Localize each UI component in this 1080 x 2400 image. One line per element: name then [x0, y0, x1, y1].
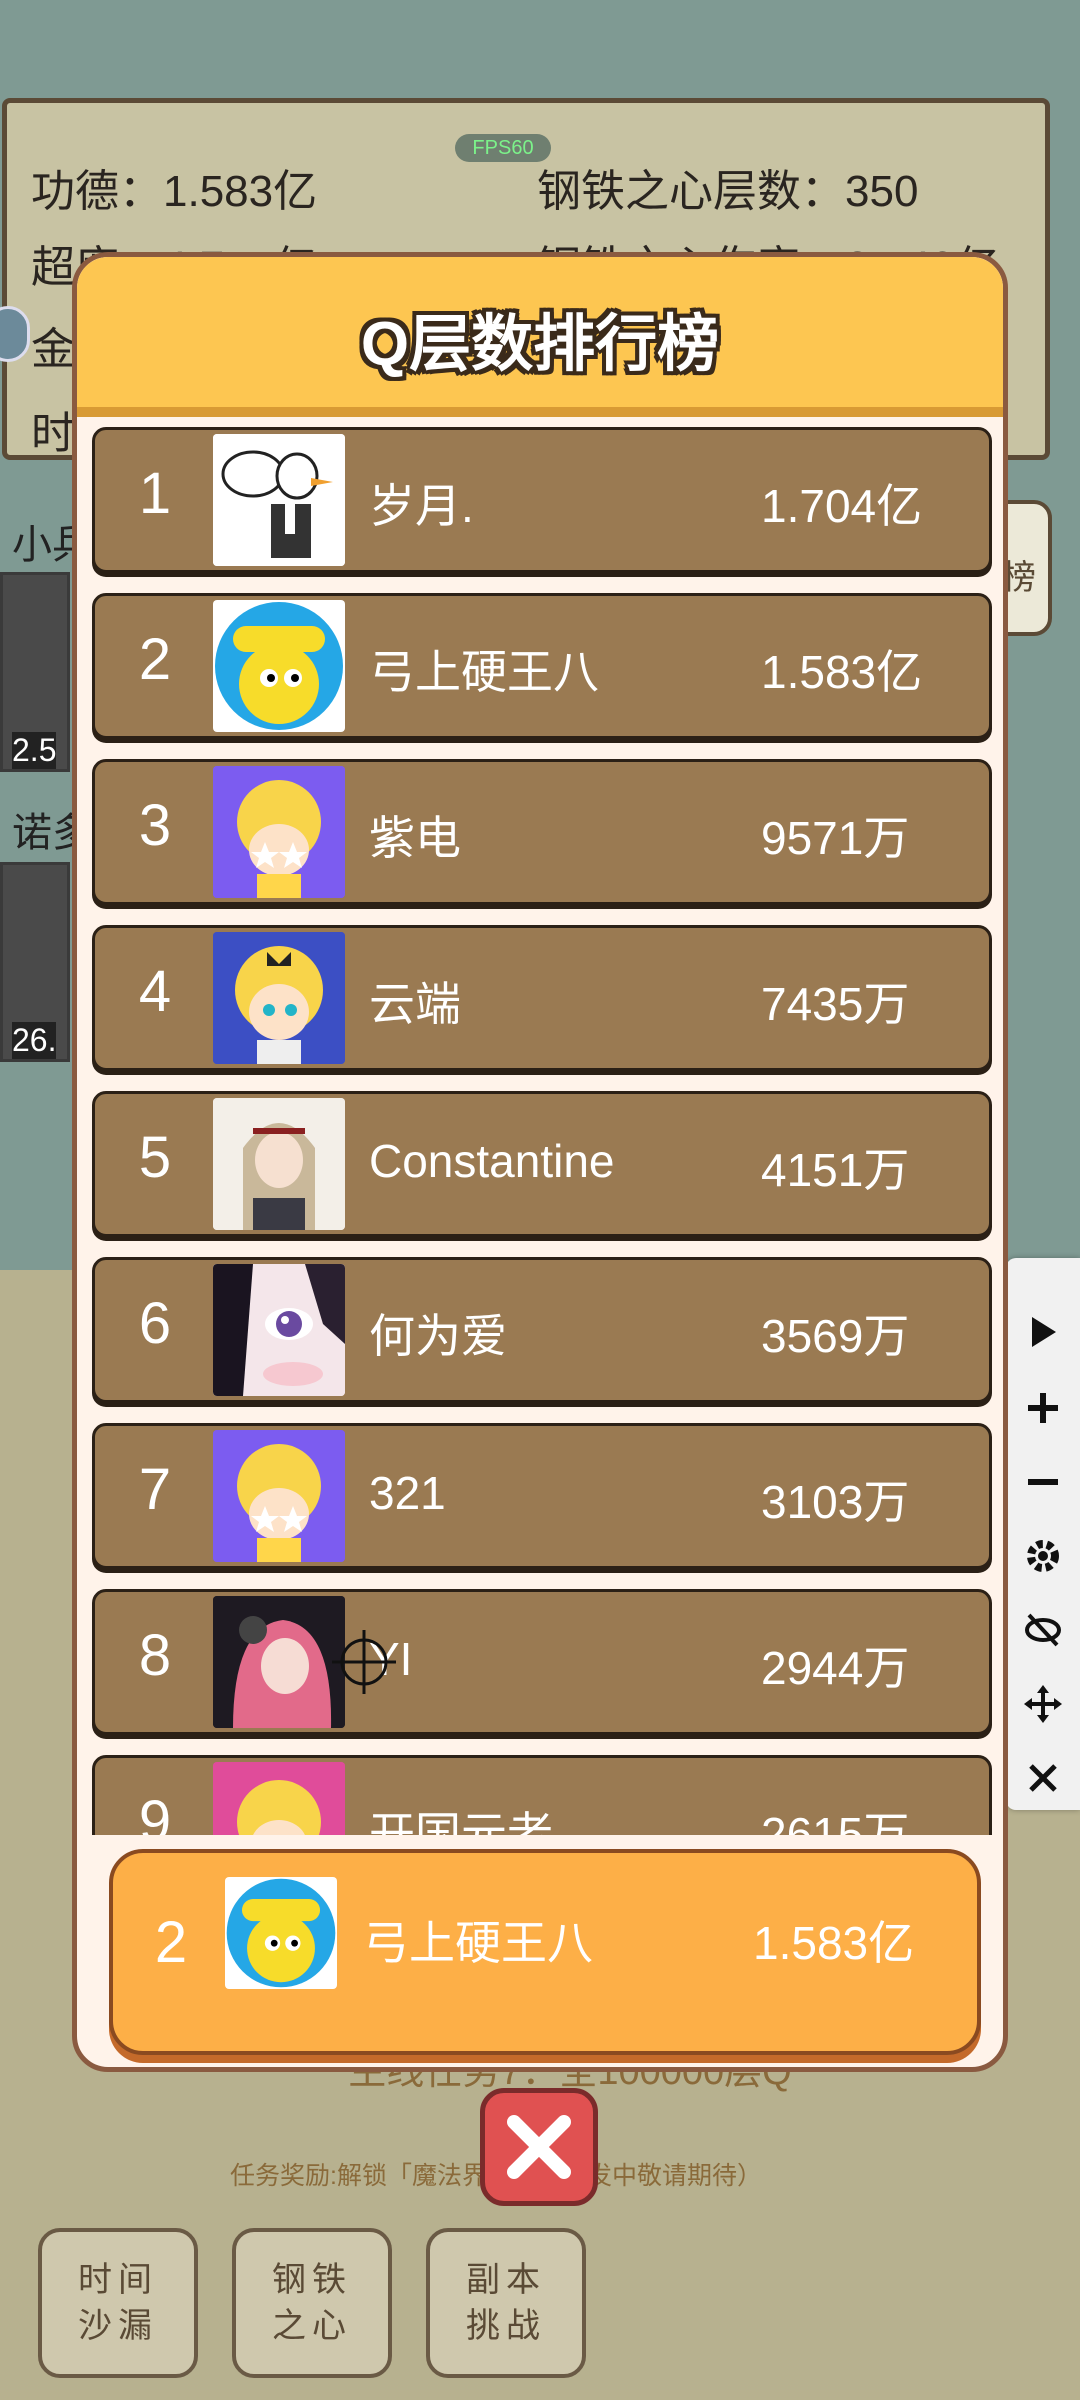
player-score: 3103万 — [761, 1476, 910, 1528]
modal-title: Q层数排行榜 — [360, 310, 720, 379]
leaderboard-row[interactable]: 1 岁月. 1.704亿 — [92, 427, 992, 573]
cbeebies-avatar — [213, 600, 345, 732]
leaderboard-list[interactable]: 1 岁月. 1.704亿 2 弓上硬王八 1.583亿 3 紫电 9571万 4… — [92, 427, 992, 1835]
player-score: 1.583亿 — [761, 646, 923, 698]
anime-eye-avatar — [213, 1264, 345, 1396]
player-score: 4151万 — [761, 1144, 910, 1196]
my-rank-row[interactable]: 2 弓上硬王八 1.583亿 — [109, 1849, 981, 2055]
move-icon[interactable] — [1006, 1674, 1080, 1734]
rank-number: 2 — [138, 627, 172, 692]
cartoon-star-avatar — [213, 766, 345, 898]
player-name: 开国元老 — [369, 1808, 553, 1835]
leaderboard-row[interactable]: 9 开国元老 2615万 — [92, 1755, 992, 1835]
leaderboard-row[interactable]: 3 紫电 9571万 — [92, 759, 992, 905]
cartoon-pink-avatar — [213, 1762, 345, 1835]
player-score: 1.704亿 — [761, 480, 923, 532]
cbeebies-avatar — [225, 1877, 337, 1989]
leaderboard-row[interactable]: 2 弓上硬王八 1.583亿 — [92, 593, 992, 739]
merit-stat: 功德：1.583亿 — [31, 167, 318, 216]
dungeon-challenge-button[interactable]: 副本 挑战 — [426, 2228, 586, 2378]
play-icon[interactable] — [1006, 1302, 1080, 1362]
my-player-name: 弓上硬王八 — [363, 1917, 593, 1969]
eye-hidden-icon[interactable] — [1006, 1600, 1080, 1660]
left-unit-value-1: 2.5 — [12, 732, 57, 769]
cartoon-star-avatar — [213, 1430, 345, 1562]
gear-icon[interactable] — [1006, 1526, 1080, 1586]
hourglass-button[interactable]: 时间 沙漏 — [38, 2228, 198, 2378]
close-icon — [507, 2115, 571, 2179]
rank-number: 1 — [138, 461, 172, 526]
player-name: 云端 — [369, 978, 461, 1030]
player-score: 2615万 — [761, 1808, 910, 1835]
rank-number: 5 — [138, 1125, 172, 1190]
steel-heart-button[interactable]: 钢铁 之心 — [232, 2228, 392, 2378]
my-player-score: 1.583亿 — [753, 1917, 915, 1969]
minus-icon[interactable] — [1006, 1452, 1080, 1512]
plus-icon[interactable] — [1006, 1378, 1080, 1438]
leaderboard-row[interactable]: 8 YI 2944万 — [92, 1589, 992, 1735]
player-score: 7435万 — [761, 978, 910, 1030]
anime-pink-hair-avatar — [213, 1596, 345, 1728]
fps-badge: FPS60 — [455, 134, 551, 162]
leaderboard-row[interactable]: 4 云端 7435万 — [92, 925, 992, 1071]
leaderboard-row[interactable]: 6 何为爱 3569万 — [92, 1257, 992, 1403]
player-name: 321 — [369, 1467, 446, 1519]
anime-knight-avatar — [213, 1098, 345, 1230]
player-name: Constantine — [369, 1135, 615, 1187]
player-name: 紫电 — [369, 812, 461, 864]
close-button[interactable] — [480, 2088, 598, 2206]
goose-avatar — [213, 434, 345, 566]
rank-number: 7 — [138, 1457, 172, 1522]
player-name: 弓上硬王八 — [369, 646, 599, 698]
cartoon-girl-avatar — [213, 932, 345, 1064]
steel-heart-layers-stat: 钢铁之心层数：350 — [537, 167, 919, 216]
player-score: 2944万 — [761, 1642, 910, 1694]
player-name: 何为爱 — [369, 1310, 507, 1362]
rank-number: 3 — [138, 793, 172, 858]
player-name: 岁月. — [369, 480, 474, 532]
leaderboard-row[interactable]: 5 Constantine 4151万 — [92, 1091, 992, 1237]
floating-toolbar — [1006, 1258, 1080, 1810]
gold-stat: 金 — [31, 325, 75, 374]
touch-crosshair-icon — [332, 1630, 396, 1694]
rank-number: 6 — [138, 1291, 172, 1356]
leaderboard-modal: Q层数排行榜 1 岁月. 1.704亿 2 弓上硬王八 1.583亿 3 紫电 … — [72, 252, 1008, 2072]
my-rank-number: 2 — [154, 1910, 188, 1975]
close-toolbar-icon[interactable] — [1006, 1748, 1080, 1808]
rank-number: 4 — [138, 959, 172, 1024]
leaderboard-row[interactable]: 7 321 3103万 — [92, 1423, 992, 1569]
rank-number: 8 — [138, 1623, 172, 1688]
player-score: 3569万 — [761, 1310, 910, 1362]
left-unit-value-2: 26. — [12, 1022, 57, 1059]
time-stat: 时 — [31, 409, 75, 458]
player-score: 9571万 — [761, 812, 910, 864]
rank-number: 9 — [138, 1789, 172, 1835]
